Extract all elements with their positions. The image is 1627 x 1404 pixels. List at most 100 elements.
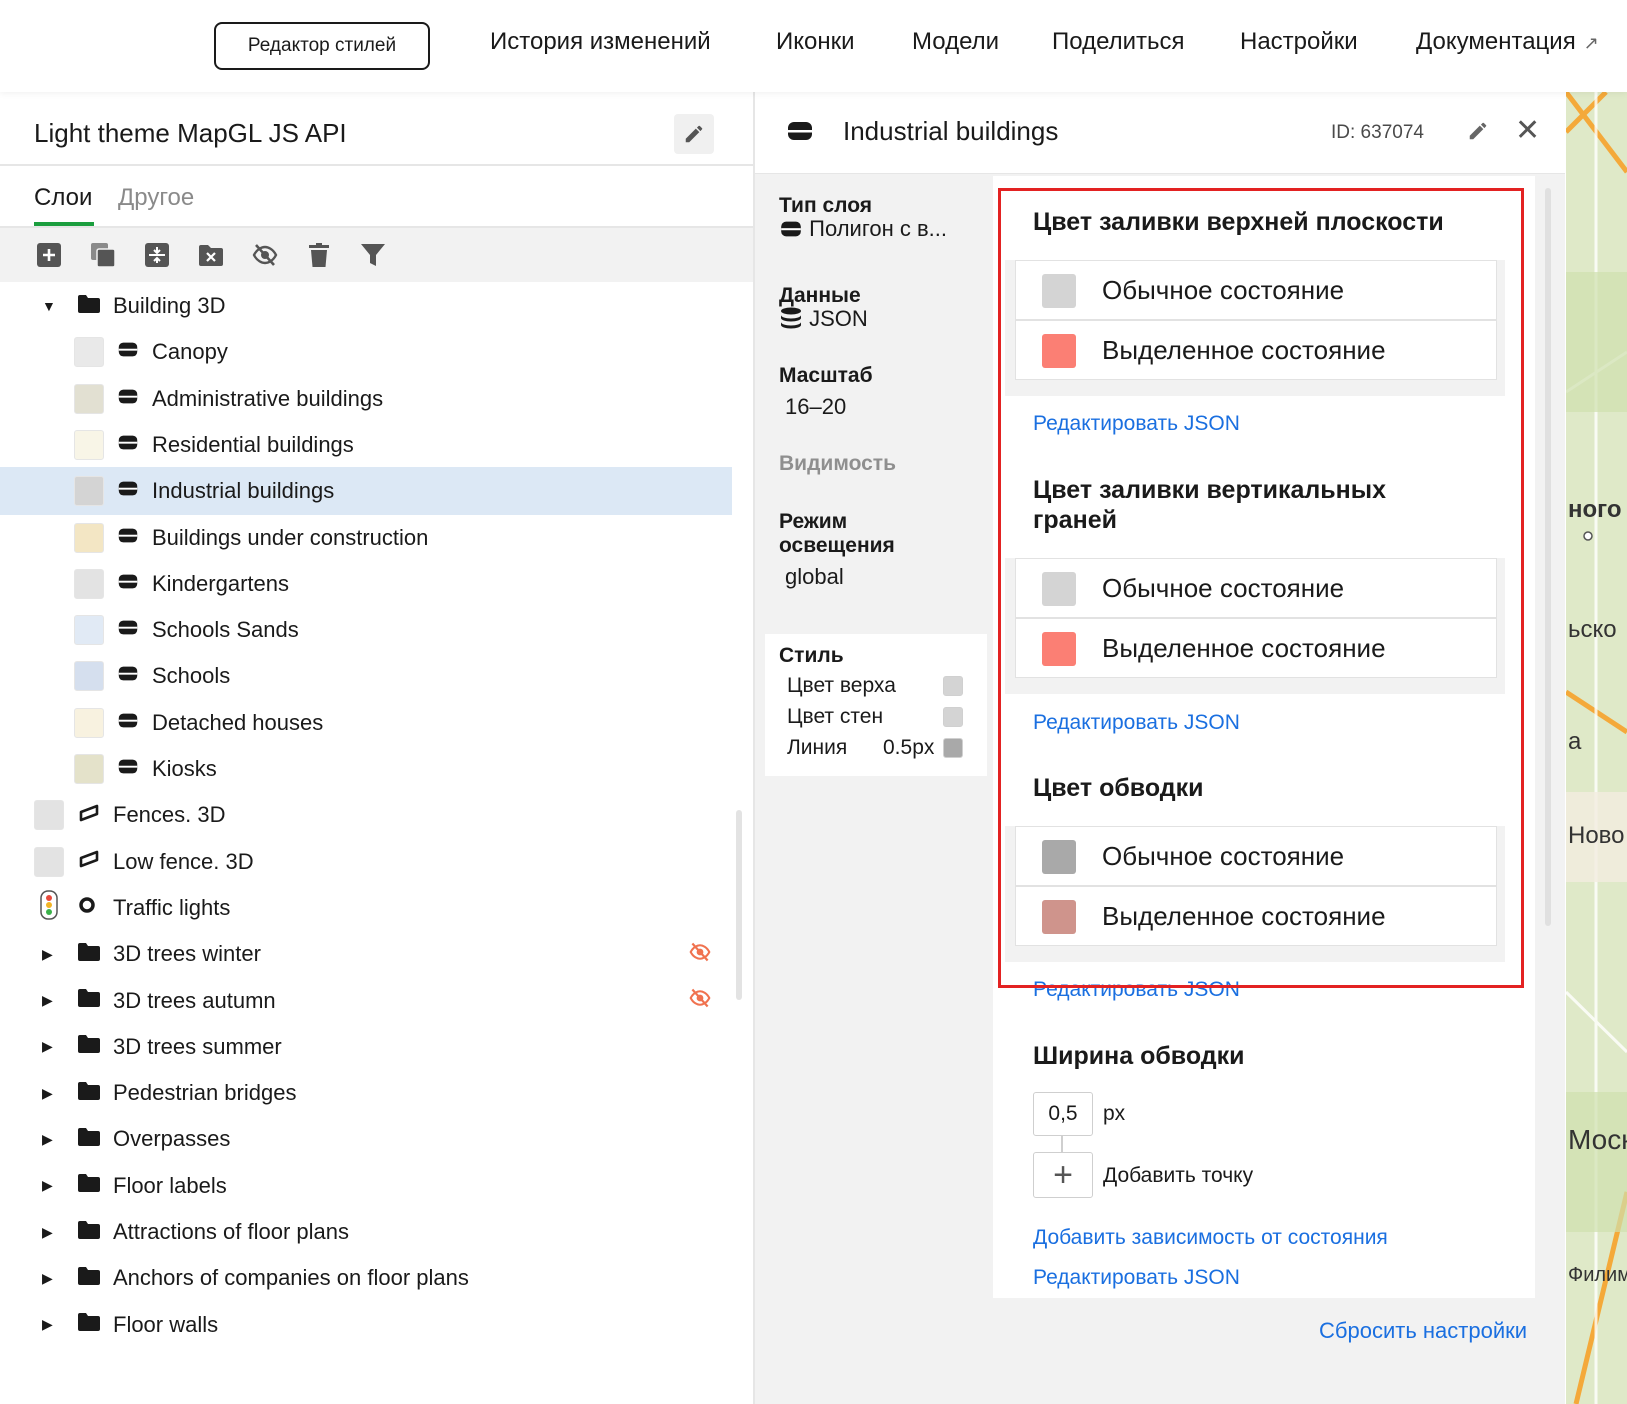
- style-summary-card[interactable]: Стиль Цвет верха Цвет стен Линия 0.5px: [765, 634, 987, 776]
- edit-json-link[interactable]: Редактировать JSON: [1033, 1266, 1240, 1290]
- tree-row-label: Anchors of companies on floor plans: [113, 1265, 469, 1291]
- hidden-eye-icon[interactable]: [688, 941, 712, 968]
- tree-row[interactable]: ▼ Building 3D: [0, 282, 754, 330]
- tree-row[interactable]: Kiosks: [0, 745, 754, 793]
- lighting-label-line1: Режим: [779, 510, 848, 533]
- layer-color-swatch[interactable]: [74, 337, 104, 368]
- polygon-layer-icon: [118, 341, 138, 363]
- tree-row[interactable]: Schools: [0, 652, 754, 700]
- map-label: ного: [1568, 496, 1622, 523]
- style-line-color-swatch: [943, 738, 963, 758]
- lighting-label-line2: освещения: [779, 534, 895, 557]
- add-state-dependency-link[interactable]: Добавить зависимость от состояния: [1033, 1226, 1388, 1250]
- nav-documentation[interactable]: Документация ↗: [1416, 28, 1599, 56]
- nav-models[interactable]: Модели: [912, 28, 999, 56]
- layer-color-swatch[interactable]: [74, 707, 104, 738]
- layer-color-swatch[interactable]: [34, 800, 64, 831]
- add-point-button[interactable]: +: [1033, 1152, 1093, 1198]
- tree-row[interactable]: Industrial buildings: [0, 467, 732, 516]
- layer-color-swatch[interactable]: [74, 476, 104, 507]
- layers-toolbar: [0, 228, 754, 282]
- polygon-layer-icon: [118, 388, 138, 410]
- tree-row[interactable]: Residential buildings: [0, 421, 754, 469]
- caret-right-icon[interactable]: ▶: [42, 1316, 53, 1333]
- tree-row[interactable]: ▶ Attractions of floor plans: [0, 1208, 754, 1256]
- tab-layers[interactable]: Слои: [34, 184, 92, 212]
- tree-row[interactable]: ▶ 3D trees winter: [0, 930, 754, 978]
- outline-width-input[interactable]: 0,5: [1033, 1092, 1093, 1136]
- duplicate-icon[interactable]: [90, 242, 116, 268]
- reset-settings-link[interactable]: Сбросить настройки: [1319, 1318, 1527, 1344]
- caret-right-icon[interactable]: ▶: [42, 1224, 53, 1241]
- caret-right-icon[interactable]: ▶: [42, 1270, 53, 1287]
- group-icon[interactable]: [144, 242, 170, 268]
- layer-color-swatch[interactable]: [74, 615, 104, 646]
- tree-row[interactable]: ▶ Floor labels: [0, 1162, 754, 1210]
- tree-row[interactable]: ▶ Pedestrian bridges: [0, 1069, 754, 1117]
- nav-share[interactable]: Поделиться: [1052, 28, 1185, 56]
- data-label: Данные: [779, 284, 861, 307]
- nav-icons[interactable]: Иконки: [776, 28, 855, 56]
- layer-color-swatch[interactable]: [74, 754, 104, 784]
- tree-row[interactable]: ▶ Overpasses: [0, 1115, 754, 1163]
- polygon-layer-icon: [118, 619, 138, 641]
- tree-row-label: Low fence. 3D: [113, 848, 254, 874]
- add-layer-icon[interactable]: [36, 242, 62, 268]
- visibility-label[interactable]: Видимость: [779, 452, 896, 476]
- tree-row[interactable]: ▶ 3D trees autumn: [0, 977, 754, 1025]
- map-preview[interactable]: ного ьско а Ново Моск Филим: [1566, 92, 1627, 1404]
- line-layer-icon: [78, 849, 100, 874]
- rename-pencil-icon[interactable]: [1467, 120, 1489, 142]
- tree-row[interactable]: Schools Sands: [0, 606, 754, 654]
- tree-row[interactable]: ▶ Floor walls: [0, 1301, 754, 1349]
- tree-row-label: 3D trees autumn: [113, 987, 276, 1013]
- trash-icon[interactable]: [306, 242, 332, 268]
- folder-icon: [78, 1127, 100, 1151]
- caret-right-icon[interactable]: ▶: [42, 1177, 53, 1194]
- folder-icon: [78, 1174, 100, 1197]
- tree-row[interactable]: Administrative buildings: [0, 375, 754, 423]
- tree-row[interactable]: Low fence. 3D: [0, 838, 754, 886]
- layer-color-swatch[interactable]: [74, 568, 104, 599]
- nav-settings[interactable]: Настройки: [1240, 28, 1358, 56]
- caret-right-icon[interactable]: ▶: [42, 946, 53, 963]
- tab-other[interactable]: Другое: [118, 184, 194, 212]
- scrollbar[interactable]: [736, 810, 742, 1000]
- layer-color-swatch[interactable]: [74, 661, 104, 692]
- style-editor-button[interactable]: Редактор стилей: [214, 22, 430, 70]
- layer-color-swatch[interactable]: [74, 522, 104, 553]
- tree-row-label: Overpasses: [113, 1126, 231, 1152]
- close-icon[interactable]: ✕: [1515, 116, 1540, 146]
- caret-down-icon[interactable]: ▼: [42, 298, 56, 314]
- tree-row[interactable]: Kindergartens: [0, 560, 754, 608]
- layer-properties-panel: Industrial buildings ID: 637074 ✕ Тип сл…: [755, 92, 1565, 1404]
- hidden-eye-icon[interactable]: [688, 987, 712, 1014]
- caret-right-icon[interactable]: ▶: [42, 1085, 53, 1102]
- folder-icon: [78, 1266, 100, 1290]
- nav-history[interactable]: История изменений: [490, 28, 711, 56]
- tree-row[interactable]: Canopy: [0, 328, 754, 376]
- tree-row[interactable]: Traffic lights: [0, 884, 754, 932]
- layer-color-swatch[interactable]: [74, 429, 104, 460]
- caret-right-icon[interactable]: ▶: [42, 1038, 53, 1055]
- layer-color-swatch[interactable]: [34, 846, 64, 877]
- tree-row[interactable]: ▶ 3D trees summer: [0, 1023, 754, 1071]
- filter-icon[interactable]: [360, 242, 386, 268]
- hide-icon[interactable]: [252, 242, 278, 268]
- edit-title-button[interactable]: [674, 114, 714, 154]
- layer-title: Industrial buildings: [843, 116, 1059, 146]
- layer-color-swatch[interactable]: [74, 383, 104, 414]
- tree-row[interactable]: Detached houses: [0, 699, 754, 747]
- scrollbar[interactable]: [1545, 188, 1551, 926]
- add-point-label[interactable]: Добавить точку: [1103, 1164, 1253, 1188]
- tree-row[interactable]: Fences. 3D: [0, 791, 754, 839]
- tree-row-label: Residential buildings: [152, 431, 354, 457]
- tree-row[interactable]: ▶ Anchors of companies on floor plans: [0, 1254, 754, 1302]
- caret-right-icon[interactable]: ▶: [42, 1131, 53, 1148]
- caret-right-icon[interactable]: ▶: [42, 992, 53, 1009]
- tree-row[interactable]: Buildings under construction: [0, 514, 754, 562]
- delete-folder-icon[interactable]: [198, 242, 224, 268]
- external-link-icon: ↗: [1583, 33, 1599, 53]
- style-wall-color-swatch: [943, 707, 963, 727]
- tree-row-label: Canopy: [152, 339, 228, 365]
